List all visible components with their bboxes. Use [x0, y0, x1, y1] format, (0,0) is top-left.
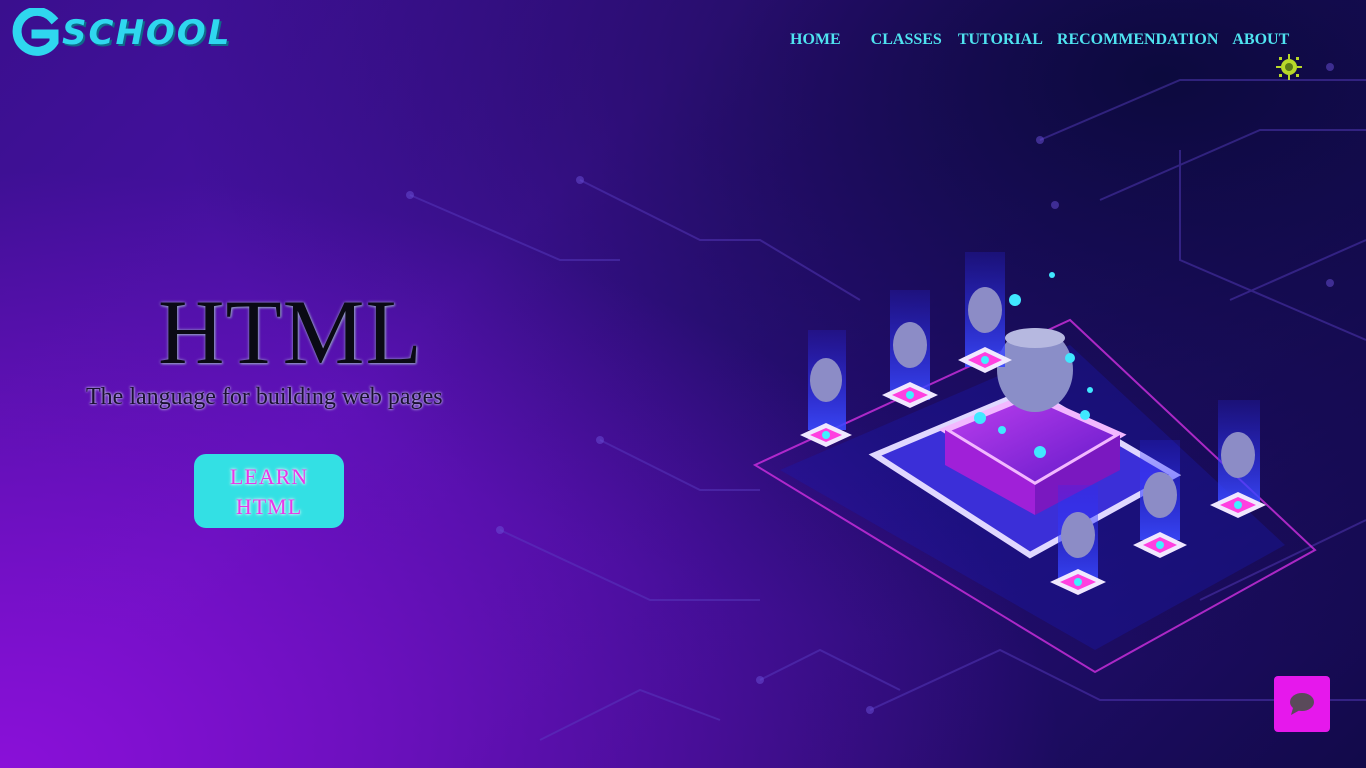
nav-classes[interactable]: CLASSES: [871, 31, 942, 49]
chat-button[interactable]: [1274, 676, 1330, 732]
site-logo[interactable]: SCHOOL: [8, 8, 231, 58]
nav-home[interactable]: HOME: [790, 31, 841, 49]
sun-badge-icon[interactable]: [1276, 54, 1302, 80]
nav-about[interactable]: ABOUT: [1232, 31, 1289, 49]
nav-recommendation[interactable]: RECOMMENDATION: [1057, 31, 1218, 49]
chat-bubble-icon: [1290, 693, 1314, 715]
logo-text: SCHOOL: [62, 13, 232, 53]
main-nav: HOME CLASSES TUTORIAL RECOMMENDATION ABO…: [790, 31, 1289, 49]
hero-subtitle: The language for building web pages: [86, 384, 443, 410]
logo-g-icon: [12, 8, 59, 56]
isometric-server-illustration: [752, 252, 1317, 674]
nav-tutorial[interactable]: TUTORIAL: [958, 31, 1043, 49]
hero-title: HTML: [158, 281, 423, 383]
learn-html-button[interactable]: LEARN HTML: [194, 454, 344, 528]
